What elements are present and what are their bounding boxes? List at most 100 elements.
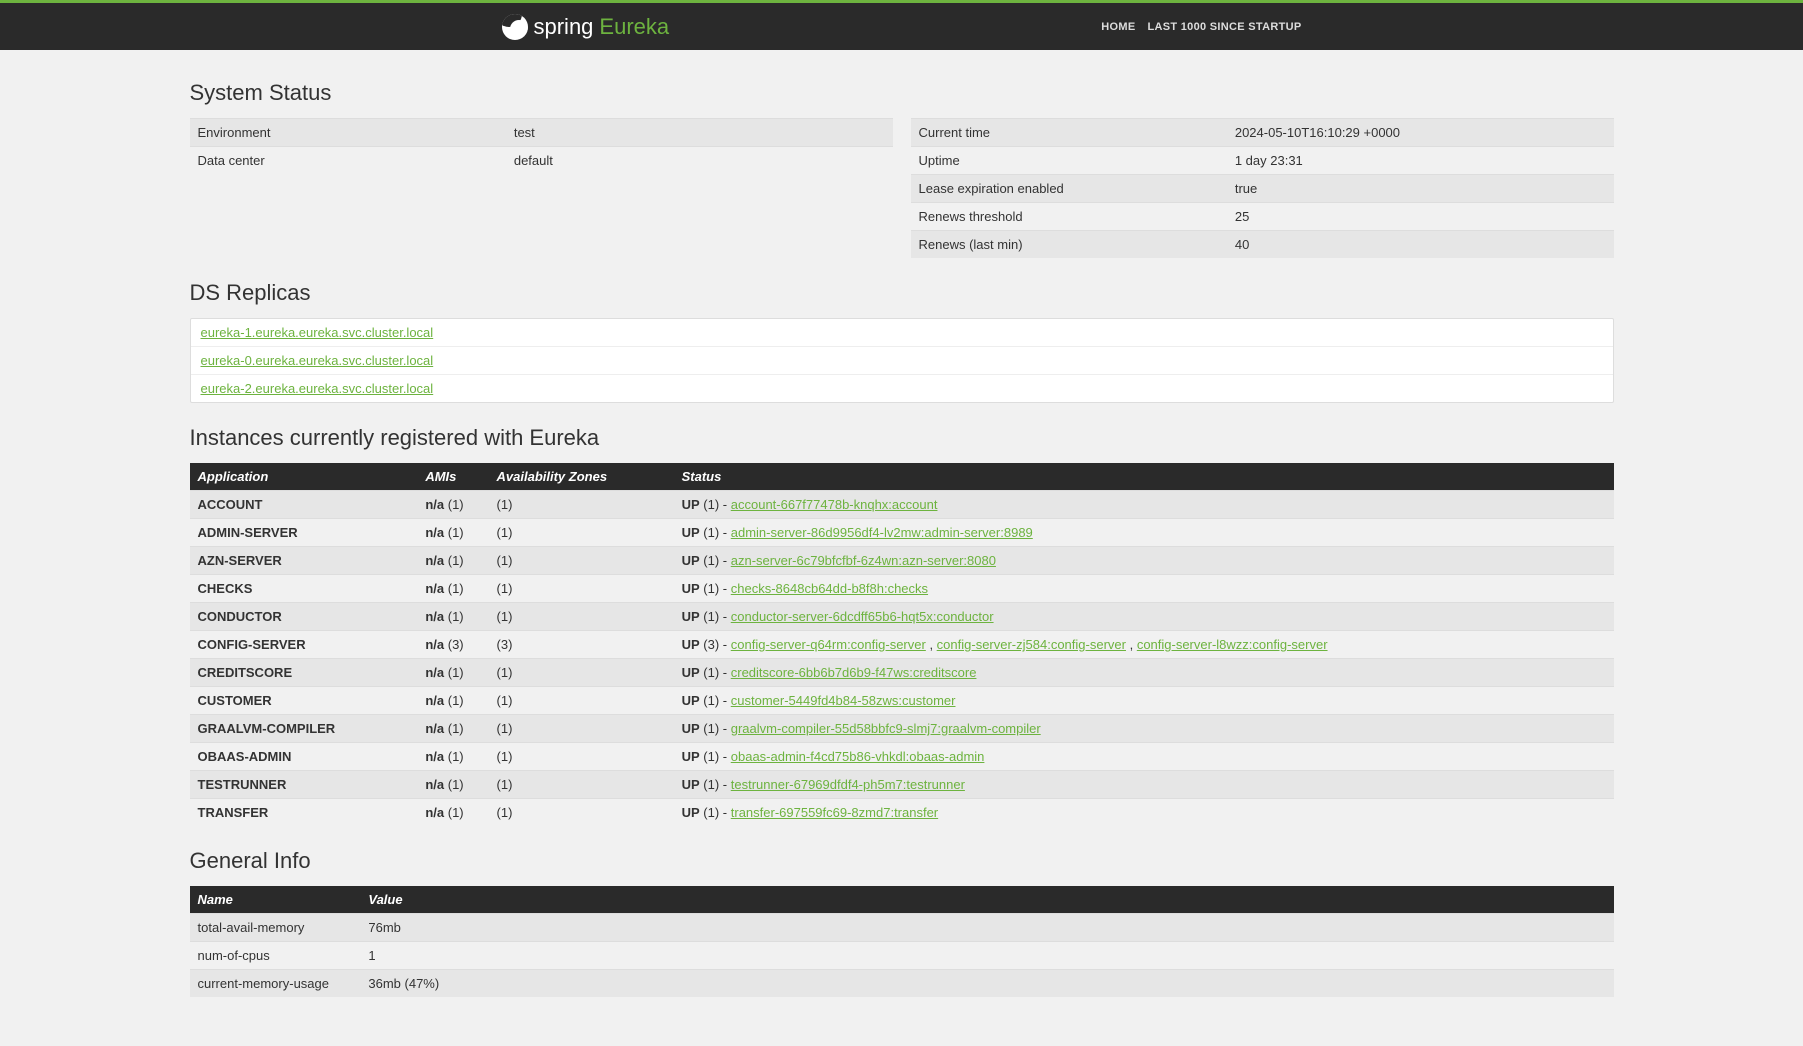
general-info-value: 36mb (47%) bbox=[360, 970, 1613, 998]
system-status-key: Environment bbox=[190, 119, 506, 147]
navbar: spring Eureka HOME LAST 1000 SINCE START… bbox=[0, 3, 1803, 50]
instance-az: (1) bbox=[489, 771, 674, 799]
instance-link[interactable]: testrunner-67969dfdf4-ph5m7:testrunner bbox=[731, 777, 965, 792]
general-info-row: current-memory-usage36mb (47%) bbox=[190, 970, 1614, 998]
instance-row: CREDITSCOREn/a (1)(1)UP (1) - creditscor… bbox=[190, 659, 1614, 687]
brand-spring-text: spring bbox=[534, 14, 594, 40]
system-status-row: Environmenttest bbox=[190, 119, 893, 147]
instance-row: ACCOUNTn/a (1)(1)UP (1) - account-667f77… bbox=[190, 491, 1614, 519]
instance-link[interactable]: transfer-697559fc69-8zmd7:transfer bbox=[731, 805, 938, 820]
instance-amis: n/a (1) bbox=[417, 715, 488, 743]
heading-general-info: General Info bbox=[190, 848, 1614, 874]
system-status-key: Current time bbox=[911, 119, 1227, 147]
instance-row: OBAAS-ADMINn/a (1)(1)UP (1) - obaas-admi… bbox=[190, 743, 1614, 771]
instance-link[interactable]: config-server-l8wzz:config-server bbox=[1137, 637, 1328, 652]
general-info-value: 1 bbox=[360, 942, 1613, 970]
instance-link[interactable]: customer-5449fd4b84-58zws:customer bbox=[731, 693, 956, 708]
instance-link[interactable]: creditscore-6bb6b7d6b9-f47ws:creditscore bbox=[731, 665, 977, 680]
instance-app-name: GRAALVM-COMPILER bbox=[190, 715, 418, 743]
instance-amis: n/a (1) bbox=[417, 603, 488, 631]
system-status-value: 2024-05-10T16:10:29 +0000 bbox=[1227, 119, 1614, 147]
instance-status: UP (1) - testrunner-67969dfdf4-ph5m7:tes… bbox=[674, 771, 1614, 799]
instance-link[interactable]: config-server-zj584:config-server bbox=[937, 637, 1126, 652]
instance-amis: n/a (3) bbox=[417, 631, 488, 659]
instance-link[interactable]: azn-server-6c79bfcfbf-6z4wn:azn-server:8… bbox=[731, 553, 996, 568]
system-status-key: Renews threshold bbox=[911, 203, 1227, 231]
system-status-right-table: Current time2024-05-10T16:10:29 +0000Upt… bbox=[911, 118, 1614, 258]
replica-link[interactable]: eureka-2.eureka.eureka.svc.cluster.local bbox=[201, 381, 434, 396]
system-status-row: Renews (last min)40 bbox=[911, 231, 1614, 259]
system-status-row: Current time2024-05-10T16:10:29 +0000 bbox=[911, 119, 1614, 147]
instance-status: UP (1) - conductor-server-6dcdff65b6-hqt… bbox=[674, 603, 1614, 631]
instance-az: (1) bbox=[489, 603, 674, 631]
system-status-key: Uptime bbox=[911, 147, 1227, 175]
instance-amis: n/a (1) bbox=[417, 799, 488, 827]
instance-status: UP (1) - checks-8648cb64dd-b8f8h:checks bbox=[674, 575, 1614, 603]
instance-status: UP (3) - config-server-q64rm:config-serv… bbox=[674, 631, 1614, 659]
instance-app-name: CONDUCTOR bbox=[190, 603, 418, 631]
instance-app-name: AZN-SERVER bbox=[190, 547, 418, 575]
brand-eureka-text: Eureka bbox=[599, 14, 669, 40]
replica-item: eureka-2.eureka.eureka.svc.cluster.local bbox=[191, 375, 1613, 402]
system-status-key: Lease expiration enabled bbox=[911, 175, 1227, 203]
nav-last1000-link[interactable]: LAST 1000 SINCE STARTUP bbox=[1147, 21, 1301, 33]
instance-status: UP (1) - account-667f77478b-knqhx:accoun… bbox=[674, 491, 1614, 519]
instance-amis: n/a (1) bbox=[417, 743, 488, 771]
col-header-status: Status bbox=[674, 463, 1614, 491]
instance-status: UP (1) - creditscore-6bb6b7d6b9-f47ws:cr… bbox=[674, 659, 1614, 687]
instance-link[interactable]: admin-server-86d9956df4-lv2mw:admin-serv… bbox=[731, 525, 1033, 540]
nav-home-link[interactable]: HOME bbox=[1101, 21, 1135, 33]
general-info-row: total-avail-memory76mb bbox=[190, 914, 1614, 942]
instance-amis: n/a (1) bbox=[417, 547, 488, 575]
instance-status: UP (1) - admin-server-86d9956df4-lv2mw:a… bbox=[674, 519, 1614, 547]
instance-status: UP (1) - azn-server-6c79bfcfbf-6z4wn:azn… bbox=[674, 547, 1614, 575]
replica-link[interactable]: eureka-1.eureka.eureka.svc.cluster.local bbox=[201, 325, 434, 340]
instance-row: CUSTOMERn/a (1)(1)UP (1) - customer-5449… bbox=[190, 687, 1614, 715]
instance-az: (1) bbox=[489, 491, 674, 519]
instance-app-name: OBAAS-ADMIN bbox=[190, 743, 418, 771]
system-status-value: 25 bbox=[1227, 203, 1614, 231]
system-status-value: 40 bbox=[1227, 231, 1614, 259]
instance-app-name: CREDITSCORE bbox=[190, 659, 418, 687]
instance-row: CONFIG-SERVERn/a (3)(3)UP (3) - config-s… bbox=[190, 631, 1614, 659]
replica-item: eureka-1.eureka.eureka.svc.cluster.local bbox=[191, 319, 1613, 347]
instance-az: (1) bbox=[489, 799, 674, 827]
replica-item: eureka-0.eureka.eureka.svc.cluster.local bbox=[191, 347, 1613, 375]
general-info-table: Name Value total-avail-memory76mbnum-of-… bbox=[190, 886, 1614, 997]
system-status-row: Lease expiration enabledtrue bbox=[911, 175, 1614, 203]
system-status-row: Renews threshold25 bbox=[911, 203, 1614, 231]
col-header-amis: AMIs bbox=[417, 463, 488, 491]
instance-row: GRAALVM-COMPILERn/a (1)(1)UP (1) - graal… bbox=[190, 715, 1614, 743]
instance-row: CHECKSn/a (1)(1)UP (1) - checks-8648cb64… bbox=[190, 575, 1614, 603]
instance-amis: n/a (1) bbox=[417, 659, 488, 687]
instance-az: (3) bbox=[489, 631, 674, 659]
instance-link[interactable]: obaas-admin-f4cd75b86-vhkdl:obaas-admin bbox=[731, 749, 985, 764]
instance-app-name: CONFIG-SERVER bbox=[190, 631, 418, 659]
system-status-key: Data center bbox=[190, 147, 506, 175]
instance-row: AZN-SERVERn/a (1)(1)UP (1) - azn-server-… bbox=[190, 547, 1614, 575]
brand-logo[interactable]: spring Eureka bbox=[502, 14, 670, 40]
system-status-value: test bbox=[506, 119, 893, 147]
general-info-row: num-of-cpus1 bbox=[190, 942, 1614, 970]
instance-link[interactable]: config-server-q64rm:config-server bbox=[731, 637, 926, 652]
ds-replicas-list: eureka-1.eureka.eureka.svc.cluster.local… bbox=[190, 318, 1614, 403]
instance-link[interactable]: conductor-server-6dcdff65b6-hqt5x:conduc… bbox=[731, 609, 994, 624]
instance-app-name: CUSTOMER bbox=[190, 687, 418, 715]
instance-app-name: CHECKS bbox=[190, 575, 418, 603]
instance-amis: n/a (1) bbox=[417, 491, 488, 519]
col-header-availability-zones: Availability Zones bbox=[489, 463, 674, 491]
instance-az: (1) bbox=[489, 743, 674, 771]
instance-az: (1) bbox=[489, 715, 674, 743]
system-status-value: default bbox=[506, 147, 893, 175]
instance-row: TRANSFERn/a (1)(1)UP (1) - transfer-6975… bbox=[190, 799, 1614, 827]
instance-amis: n/a (1) bbox=[417, 771, 488, 799]
col-header-value: Value bbox=[360, 886, 1613, 914]
instance-link[interactable]: graalvm-compiler-55d58bbfc9-slmj7:graalv… bbox=[731, 721, 1041, 736]
replica-link[interactable]: eureka-0.eureka.eureka.svc.cluster.local bbox=[201, 353, 434, 368]
instance-amis: n/a (1) bbox=[417, 575, 488, 603]
general-info-name: current-memory-usage bbox=[190, 970, 361, 998]
instance-az: (1) bbox=[489, 519, 674, 547]
instance-link[interactable]: checks-8648cb64dd-b8f8h:checks bbox=[731, 581, 928, 596]
instance-app-name: TRANSFER bbox=[190, 799, 418, 827]
instance-link[interactable]: account-667f77478b-knqhx:account bbox=[731, 497, 938, 512]
